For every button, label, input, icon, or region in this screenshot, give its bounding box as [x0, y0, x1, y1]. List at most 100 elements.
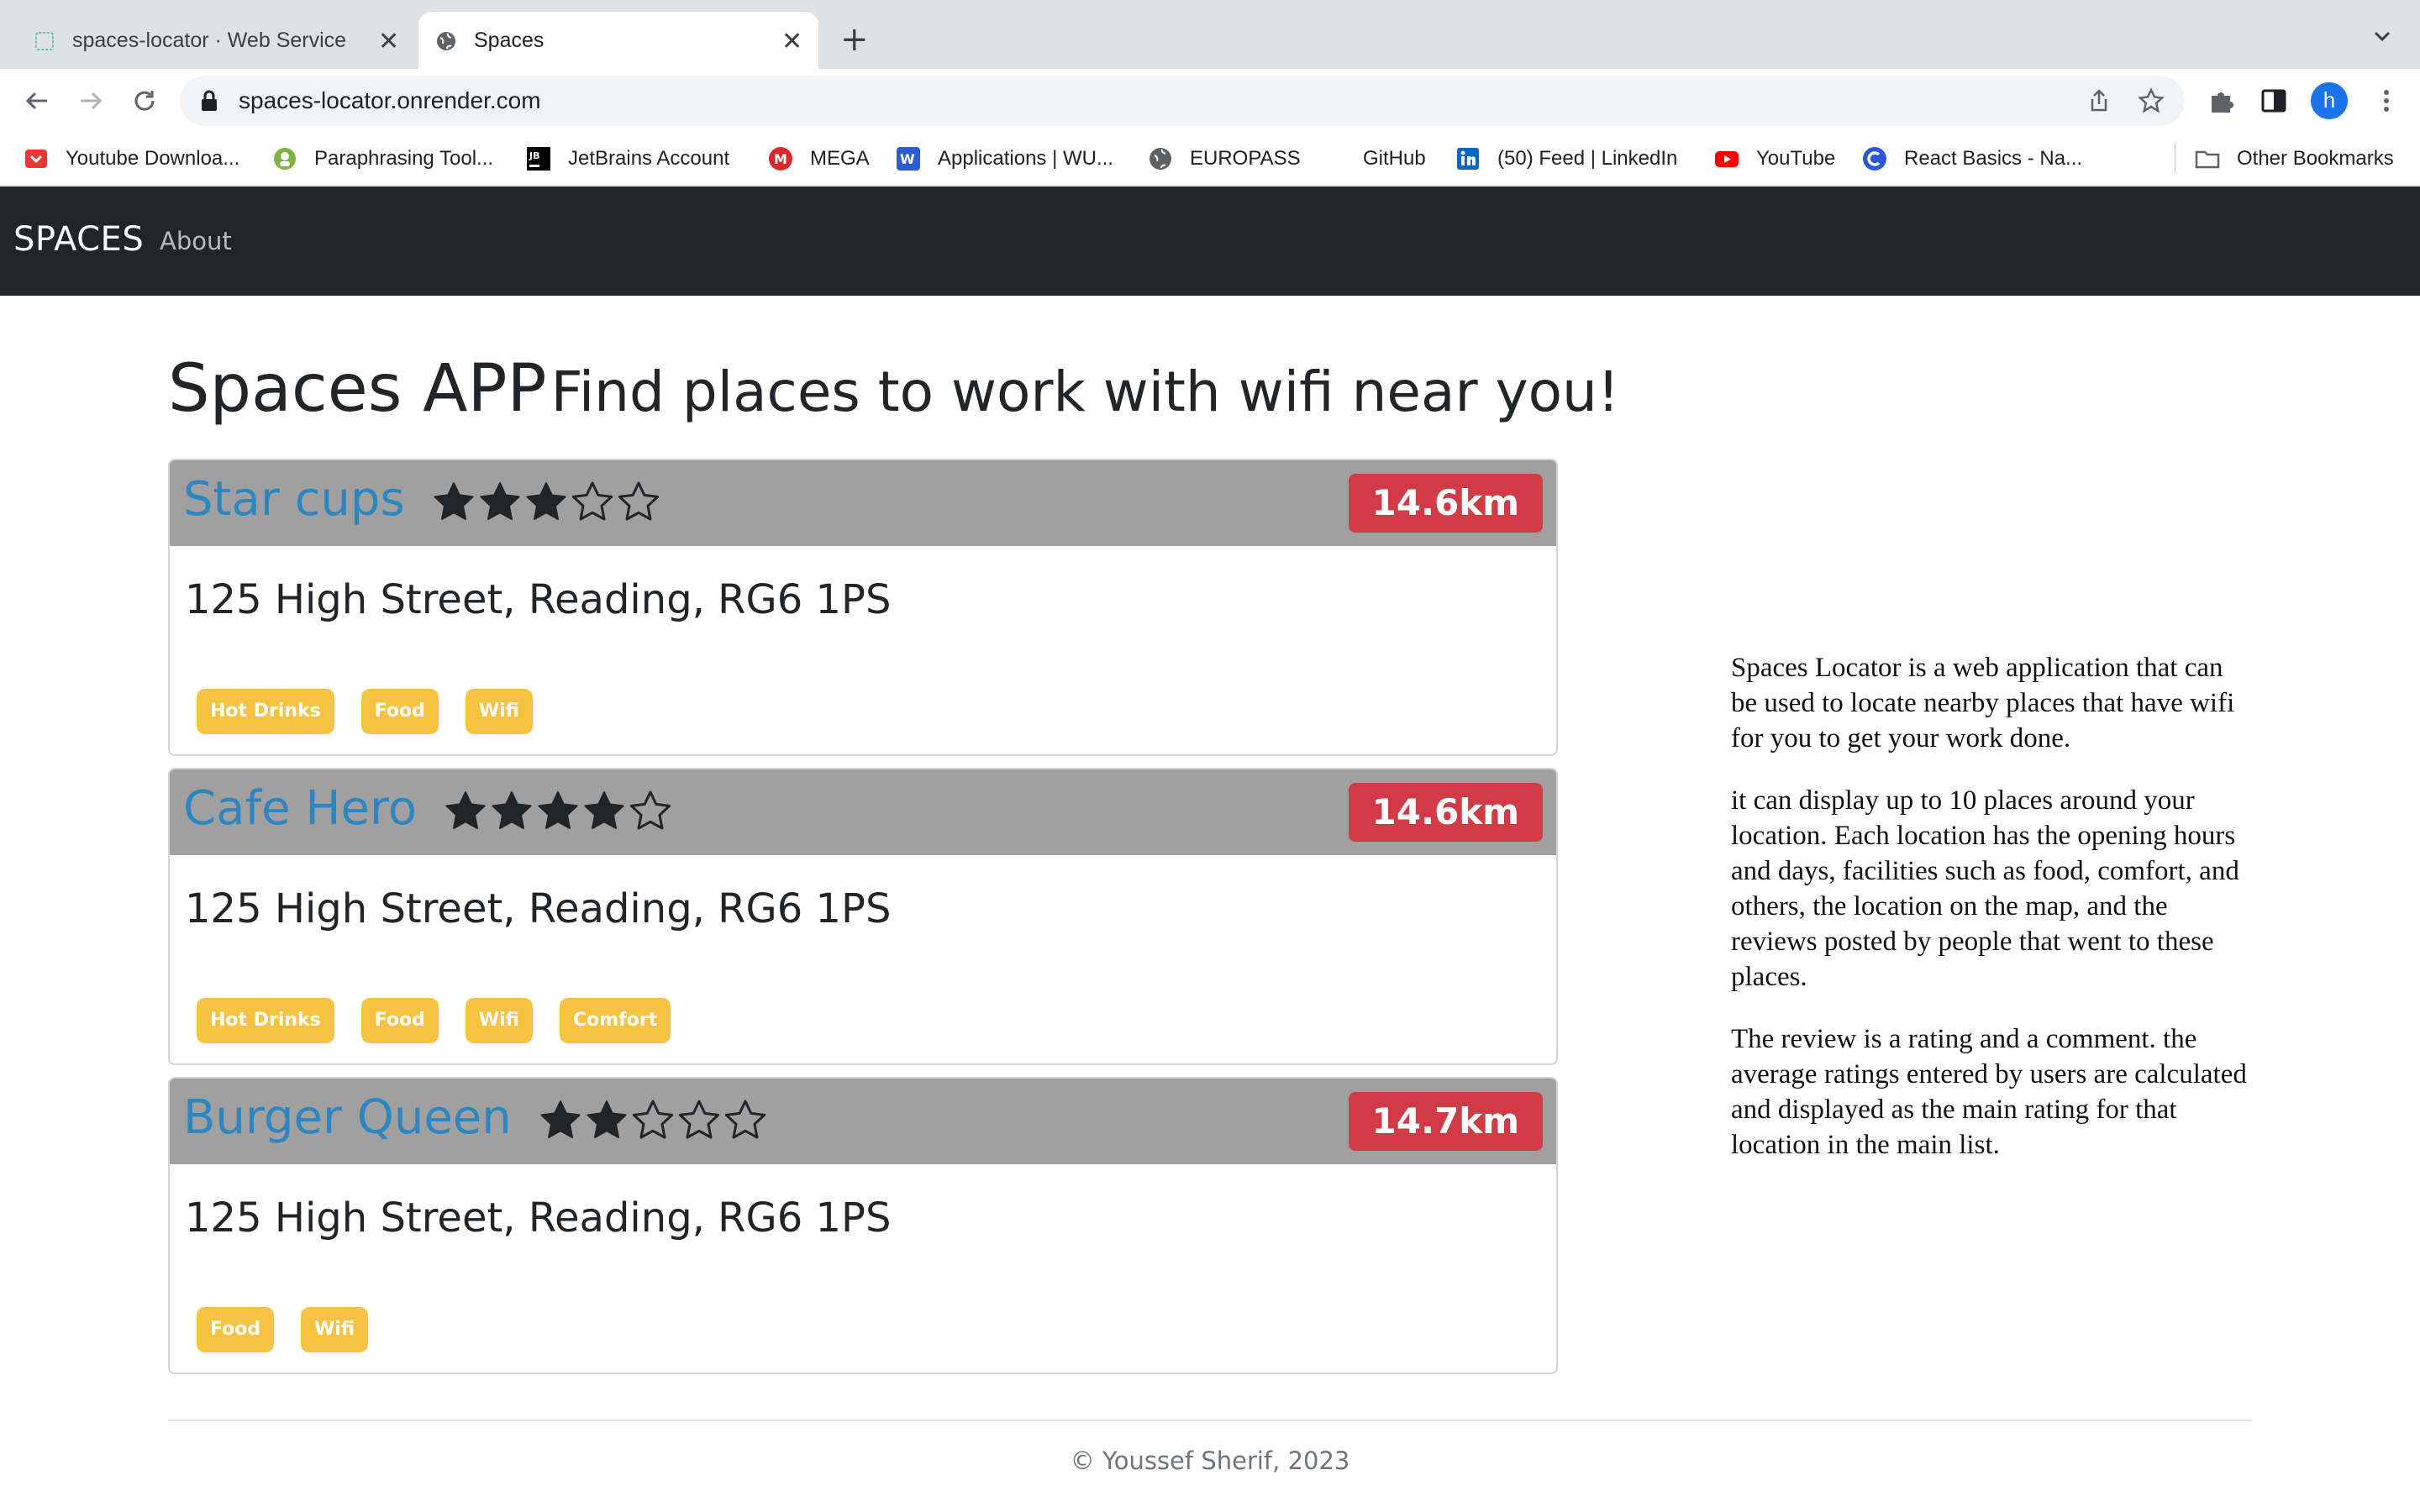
side-panel-icon[interactable]	[2259, 86, 2289, 116]
about-paragraph: The review is a rating and a comment. th…	[1731, 1024, 2247, 1160]
back-arrow-icon[interactable]	[20, 84, 54, 118]
facility-badge: Hot Drinks	[197, 689, 334, 734]
reload-icon[interactable]	[128, 84, 161, 118]
location-card-header: Star cups 14.6km	[170, 460, 1556, 546]
location-address: 125 High Street, Reading, RG6 1PS	[185, 885, 892, 932]
tab-spaces-locator-web-service[interactable]: spaces-locator · Web Service ✕	[0, 12, 415, 69]
profile-avatar[interactable]: h	[2311, 82, 2348, 119]
location-card: Star cups 14.6km 125 High Street, Reading,…	[168, 459, 1558, 756]
location-name-link[interactable]: Burger Queen	[183, 1090, 512, 1145]
bookmark-label: (50) Feed | LinkedIn	[1497, 147, 1678, 170]
bookmark-jetbrains-account[interactable]: JB JetBrains Account	[526, 144, 729, 173]
star-empty-icon	[632, 1100, 674, 1139]
bookmark-youtube[interactable]: YouTube	[1714, 144, 1835, 173]
tab-close-icon[interactable]: ✕	[378, 27, 399, 56]
facility-badges: Food Wifi	[197, 1307, 395, 1352]
nav-link-about[interactable]: About	[160, 227, 232, 255]
rating-stars	[539, 1099, 770, 1146]
bookmark-mega[interactable]: M MEGA	[768, 144, 870, 173]
location-card-header: Burger Queen 14.7km	[170, 1079, 1556, 1164]
distance-badge: 14.6km	[1348, 474, 1543, 533]
bookmark-label: MEGA	[810, 147, 870, 170]
facility-badge: Food	[360, 689, 439, 734]
bookmark-star-icon[interactable]	[2138, 87, 2165, 114]
svg-text:M: M	[774, 151, 787, 167]
bookmark-label: Paraphrasing Tool...	[314, 147, 494, 170]
bookmark-youtube-downloader[interactable]: Youtube Downloa...	[24, 144, 239, 173]
star-empty-icon	[571, 481, 613, 521]
wu-icon: W	[897, 147, 920, 171]
location-name-link[interactable]: Cafe Hero	[183, 781, 417, 836]
facility-badges: Hot Drinks Food Wifi	[197, 689, 560, 734]
extensions-puzzle-icon[interactable]	[2207, 86, 2237, 116]
bookmark-github[interactable]: GitHub	[1321, 144, 1426, 173]
share-icon[interactable]	[2086, 87, 2112, 114]
bookmark-europass[interactable]: EUROPASS	[1148, 144, 1301, 173]
github-icon	[1321, 146, 1346, 171]
location-card-header: Cafe Hero 14.6km	[170, 769, 1556, 855]
facility-badges: Hot Drinks Food Wifi Comfort	[197, 998, 697, 1043]
star-empty-icon	[724, 1100, 766, 1139]
tab-search-chevron-icon[interactable]	[2370, 24, 2395, 49]
globe-icon	[1150, 148, 1171, 170]
url-text[interactable]: spaces-locator.onrender.com	[239, 87, 541, 114]
lock-icon[interactable]	[198, 89, 220, 113]
about-paragraph: it can display up to 10 places around yo…	[1731, 785, 2239, 992]
page-subtitle: Find places to work with wifi near you!	[550, 360, 1620, 424]
bookmarks-bar: Youtube Downloa... Paraphrasing Tool... …	[0, 133, 2420, 186]
star-filled-icon	[445, 791, 486, 829]
bookmark-label: GitHub	[1363, 147, 1426, 170]
star-filled-icon	[434, 482, 474, 520]
star-empty-icon	[618, 481, 660, 521]
bookmark-label: EUROPASS	[1190, 147, 1301, 170]
star-empty-icon	[678, 1100, 720, 1139]
folder-icon	[2195, 150, 2220, 169]
other-bookmarks-folder[interactable]: Other Bookmarks	[2195, 144, 2394, 173]
about-paragraph: Spaces Locator is a web application that…	[1731, 653, 2235, 753]
more-vert-icon[interactable]	[2371, 86, 2402, 116]
bookmark-react-basics[interactable]: React Basics - Na...	[1862, 144, 2082, 173]
star-empty-icon	[629, 790, 671, 830]
bookmark-label: JetBrains Account	[568, 147, 730, 170]
youtube-download-icon	[25, 150, 47, 168]
bookmark-paraphrasing-tool[interactable]: Paraphrasing Tool...	[272, 144, 493, 173]
star-filled-icon	[587, 1100, 627, 1138]
site-brand[interactable]: SPACES	[13, 220, 144, 259]
bookmark-applications-wu[interactable]: W Applications | WU...	[896, 144, 1113, 173]
location-card: Burger Queen 14.7km 125 High Street, Readi…	[168, 1077, 1558, 1374]
site-navbar: SPACES About	[0, 186, 2420, 296]
facility-badge: Food	[197, 1307, 275, 1352]
star-filled-icon	[538, 791, 578, 829]
footer-divider	[168, 1420, 2252, 1421]
rating-stars	[432, 480, 663, 528]
bookmark-label: YouTube	[1756, 147, 1836, 170]
forward-arrow-icon[interactable]	[74, 84, 108, 118]
location-name-link[interactable]: Star cups	[183, 472, 405, 527]
facility-badge: Wifi	[465, 689, 533, 734]
address-bar[interactable]: spaces-locator.onrender.com	[180, 76, 2185, 126]
new-tab-button[interactable]: +	[840, 20, 869, 59]
page-title: Spaces APP	[168, 351, 547, 427]
coursera-icon	[1863, 147, 1886, 171]
bookmark-label: React Basics - Na...	[1904, 147, 2083, 170]
tab-title: spaces-locator · Web Service	[72, 29, 347, 52]
bookmark-linkedin[interactable]: (50) Feed | LinkedIn	[1455, 144, 1677, 173]
about-sidebar: Spaces Locator is a web application that…	[1731, 650, 2252, 1189]
star-filled-icon	[480, 482, 520, 520]
youtube-icon	[1715, 151, 1739, 167]
distance-badge: 14.7km	[1348, 1092, 1543, 1151]
facility-badge: Comfort	[560, 998, 671, 1043]
jetbrains-icon: JB	[527, 147, 550, 171]
footer-copyright: © Youssef Sherif, 2023	[1070, 1446, 1350, 1475]
tab-close-icon[interactable]: ✕	[781, 27, 802, 56]
tab-spaces[interactable]: Spaces ✕	[418, 12, 818, 69]
star-filled-icon	[526, 482, 566, 520]
rating-stars	[444, 790, 675, 837]
svg-text:JB: JB	[529, 150, 539, 161]
browser-toolbar: spaces-locator.onrender.com h	[0, 69, 2420, 133]
mega-icon: M	[769, 147, 792, 171]
browser-tab-bar: spaces-locator · Web Service ✕ Spaces ✕ …	[0, 0, 2420, 69]
facility-badge: Wifi	[465, 998, 533, 1043]
location-card: Cafe Hero 14.6km 125 High Street, Reading,…	[168, 768, 1558, 1065]
paraphrase-icon	[274, 148, 296, 170]
